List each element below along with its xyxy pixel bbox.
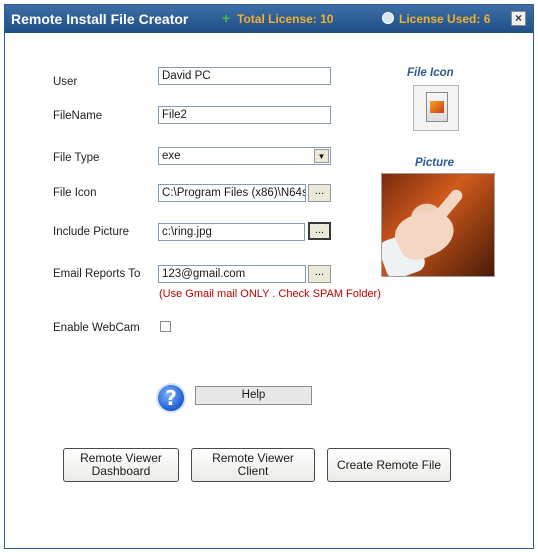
fileicon-browse-button[interactable]: ...	[308, 184, 331, 202]
create-remote-file-button[interactable]: Create Remote File	[327, 448, 451, 482]
remote-viewer-dashboard-button[interactable]: Remote Viewer Dashboard	[63, 448, 179, 482]
file-icon-preview	[413, 85, 459, 131]
file-icon	[426, 92, 448, 122]
picture-title: Picture	[415, 157, 454, 169]
filename-field[interactable]: File2	[158, 106, 331, 124]
dropdown-arrow-icon[interactable]: ▼	[314, 149, 329, 163]
fileicon-path-field[interactable]: C:\Program Files (x86)\N64sv\	[158, 184, 306, 202]
filename-label: FileName	[53, 110, 103, 122]
dashboard-button-line2: Dashboard	[91, 464, 151, 478]
email-field[interactable]: 123@gmail.com	[158, 265, 306, 283]
email-browse-button[interactable]: ...	[308, 265, 331, 283]
filetype-value: exe	[162, 150, 181, 162]
title-bar: Remote Install File Creator + Total Lice…	[5, 5, 533, 33]
webcam-label: Enable WebCam	[53, 322, 140, 334]
license-used-text: License Used: 6	[399, 12, 491, 26]
help-icon[interactable]: ?	[156, 383, 186, 413]
picture-path-field[interactable]: c:\ring.jpg	[158, 223, 305, 241]
total-license-text: Total License: 10	[237, 12, 334, 26]
file-icon-title: File Icon	[407, 67, 454, 79]
client-button-line2: Client	[237, 464, 269, 478]
user-field[interactable]: David PC	[158, 67, 331, 85]
close-icon[interactable]: ×	[511, 11, 526, 26]
email-warning: (Use Gmail mail ONLY . Check SPAM Folder…	[159, 288, 381, 300]
fileicon-label: File Icon	[53, 187, 97, 199]
plus-icon: +	[222, 10, 231, 26]
include-picture-label: Include Picture	[53, 226, 130, 238]
window-title: Remote Install File Creator	[11, 11, 189, 27]
webcam-checkbox[interactable]	[160, 321, 171, 332]
main-window: Remote Install File Creator + Total Lice…	[4, 4, 534, 549]
email-label: Email Reports To	[53, 268, 141, 280]
help-button[interactable]: Help	[195, 386, 312, 405]
license-used-icon	[382, 12, 394, 24]
picture-browse-button[interactable]: ...	[308, 222, 331, 240]
create-file-label: Create Remote File	[336, 457, 442, 472]
filetype-select[interactable]: exe ▼	[158, 147, 331, 165]
remote-viewer-client-button[interactable]: Remote Viewer Client	[191, 448, 315, 482]
picture-preview	[381, 173, 495, 277]
filetype-label: File Type	[53, 152, 100, 164]
user-label: User	[53, 76, 78, 88]
